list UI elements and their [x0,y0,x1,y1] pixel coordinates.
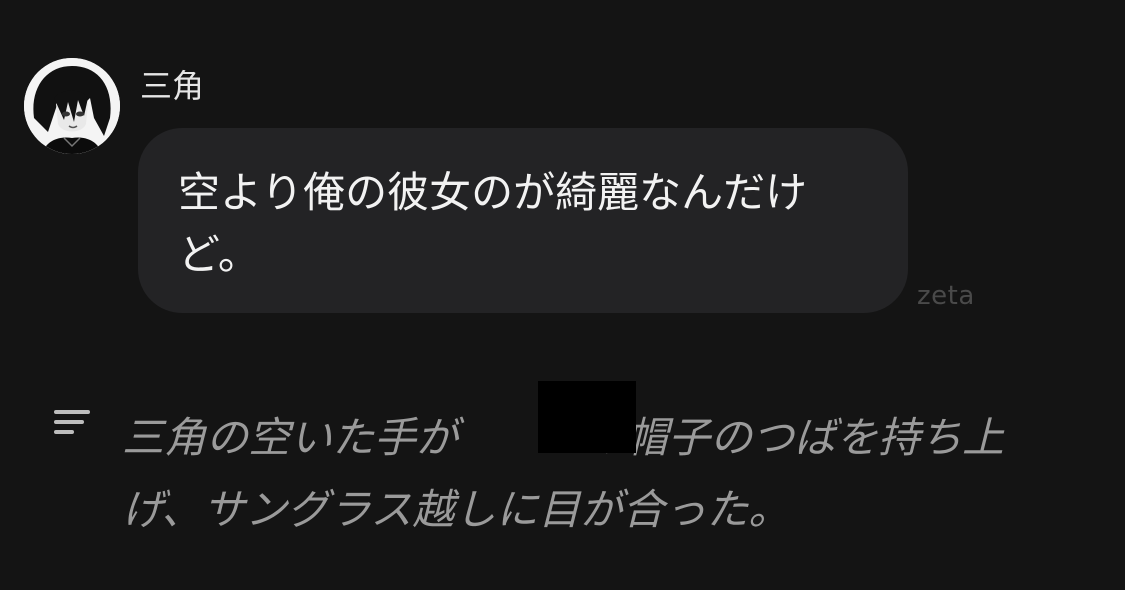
message-bubble[interactable]: 空より俺の彼女のが綺麗なんだけど。 [138,128,908,313]
message-text: 空より俺の彼女のが綺麗なんだけど。 [178,168,808,279]
character-portrait-icon [24,58,120,154]
sender-avatar[interactable] [24,58,120,154]
sender-name: 三角 [140,67,205,105]
app-watermark: zeta [917,281,975,311]
narration-lines-icon [54,410,90,434]
redaction-box [538,381,636,453]
